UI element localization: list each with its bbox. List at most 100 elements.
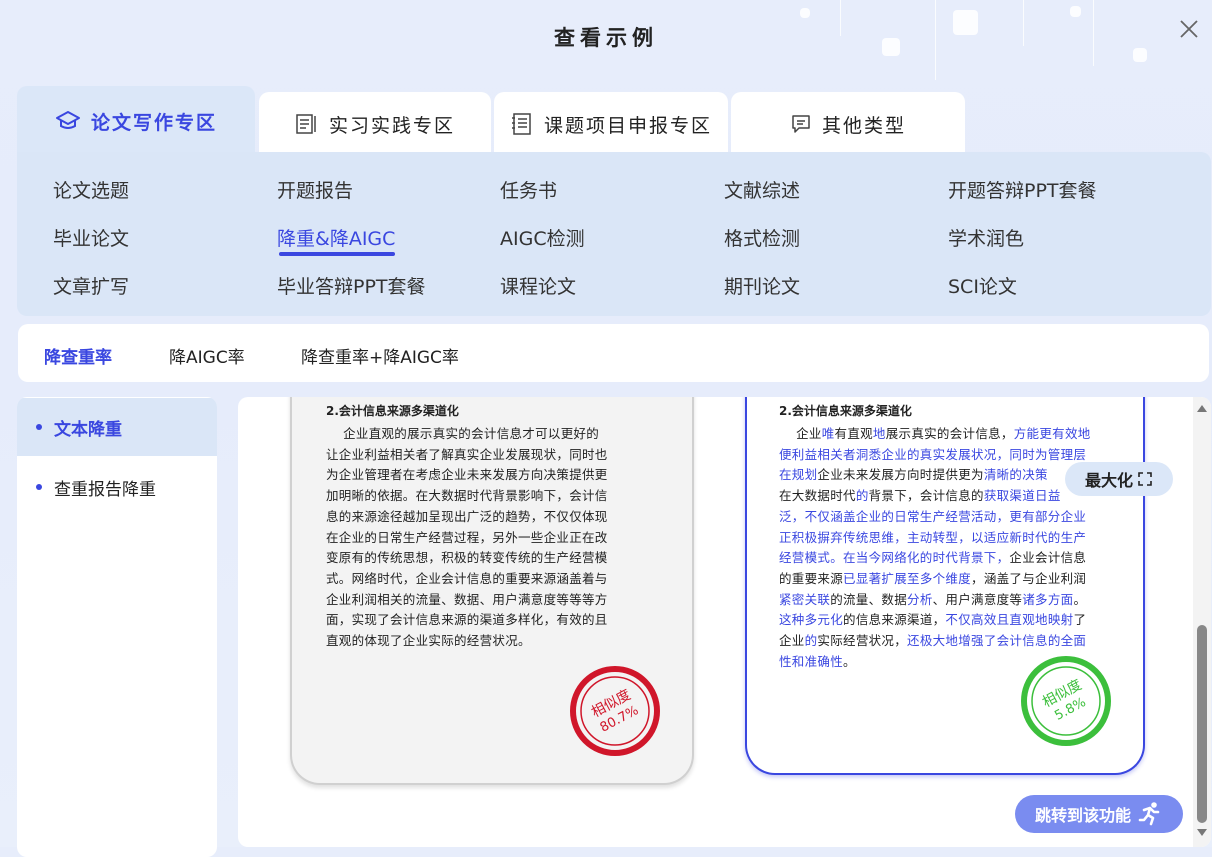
original-line: 息的来源途径越加呈现出广泛的趋势，不仅仅体现 <box>326 508 608 524</box>
mode-reduce-aigc[interactable]: 降AIGC率 <box>169 343 245 368</box>
nav-report-dedup[interactable]: 查重报告降重 <box>17 458 217 516</box>
changed-text: 紧密关联 <box>779 591 831 607</box>
rewritten-line: 经营模式。在当今网络化的时代背景下，企业会计信息 <box>779 548 1091 569</box>
original-body: 企业直观的展示真实的会计信息才可以更好的 让企业利益相关者了解真实企业发展现状，同… <box>326 424 608 652</box>
scroll-up-arrow[interactable] <box>1197 405 1207 412</box>
message-icon <box>792 115 810 133</box>
jump-to-feature-button[interactable]: 跳转到该功能 <box>1015 795 1183 833</box>
document-edit-icon <box>296 114 316 134</box>
unchanged-text: 的重要来源 <box>779 570 844 586</box>
unchanged-text: 。 <box>843 653 856 669</box>
tab-label: 实习实践专区 <box>328 114 455 137</box>
rewritten-line: 便利益相关者洞悉企业的真实发展状况，同时为管理层 <box>779 445 1091 466</box>
tab-internship[interactable]: 实习实践专区 <box>259 92 491 156</box>
unchanged-text: 背景下，会计信息的 <box>868 488 984 504</box>
subitem-graduation-thesis[interactable]: 毕业论文 <box>53 224 129 251</box>
decor-square <box>1070 6 1081 17</box>
rewritten-text-card: 2.会计信息来源多渠道化 企业唯有直观地展示真实的会计信息，方能更有效地 便利益相… <box>745 397 1145 775</box>
changed-text: 这种多元化 <box>779 612 844 628</box>
unchanged-text: 在大数据时代 <box>779 488 856 504</box>
mode-reduce-both[interactable]: 降查重率+降AIGC率 <box>301 343 459 368</box>
rewritten-line: 在规划企业未来发展方向时提供更为清晰的决策 <box>779 465 1091 486</box>
subitem-topic-selection[interactable]: 论文选题 <box>53 176 129 203</box>
subitem-defense-ppt[interactable]: 毕业答辩PPT套餐 <box>277 272 426 299</box>
original-line: 为企业管理者在考虑企业未来发展方向决策提供更 <box>326 467 608 483</box>
tab-label: 其他类型 <box>821 114 906 137</box>
changed-text: 性和准确性 <box>779 653 844 669</box>
graduation-cap-icon <box>55 111 80 129</box>
subitem-academic-polish[interactable]: 学术润色 <box>948 224 1024 251</box>
rewritten-line: 泛，不仅涵盖企业的日常生产经营活动，更有部分企业 <box>779 507 1091 528</box>
unchanged-text: 企业会计信息 <box>1009 550 1087 566</box>
subitem-dedup-aigc[interactable]: 降重&降AIGC <box>277 224 395 251</box>
original-line: 变原有的传统思想，积极的转变传统的生产经营模 <box>326 550 608 566</box>
scrollbar[interactable] <box>1193 397 1211 847</box>
unchanged-text: 了 <box>1073 612 1087 628</box>
unchanged-text: 企业 <box>779 633 805 649</box>
nav-text-dedup[interactable]: 文本降重 <box>17 398 217 456</box>
changed-text: 方能更有效地 <box>1013 426 1091 441</box>
unchanged-text: 的流量、数据 <box>830 591 908 607</box>
rewritten-line: 企业的实际经营状况，还极大地增强了会计信息的全面 <box>779 631 1091 652</box>
mode-bar: 降查重率 降AIGC率 降查重率+降AIGC率 <box>18 324 1209 382</box>
unchanged-text: 企业未来发展方向时提供更为 <box>817 467 984 483</box>
changed-text: 还极大地增强了会计信息的全面 <box>907 633 1087 649</box>
subitem-sci-paper[interactable]: SCI论文 <box>948 272 1017 299</box>
subcategory-panel: 论文选题 开题报告 任务书 文献综述 开题答辩PPT套餐 毕业论文 降重&降AI… <box>17 152 1211 316</box>
changed-text: 便利益相关者洞悉企业的真实发展状况，同时为管理层 <box>779 446 1087 462</box>
nav-label: 文本降重 <box>54 419 122 440</box>
changed-text: 不仅高效且直观地映射 <box>945 612 1074 628</box>
subitem-literature-review[interactable]: 文献综述 <box>724 176 800 203</box>
original-text-card: 2.会计信息来源多渠道化 企业直观的展示真实的会计信息才可以更好的 让企业利益相关… <box>290 397 694 785</box>
unchanged-text: 有直观 <box>834 426 873 441</box>
changed-text: 分析 <box>907 591 933 607</box>
similarity-stamp-red: 相似度 80.7% <box>570 666 660 756</box>
subitem-course-paper[interactable]: 课程论文 <box>500 272 576 299</box>
jump-label: 跳转到该功能 <box>1034 806 1131 825</box>
rewritten-body: 企业唯有直观地展示真实的会计信息，方能更有效地 便利益相关者洞悉企业的真实发展状况… <box>779 424 1091 672</box>
subitem-proposal-report[interactable]: 开题报告 <box>277 176 353 203</box>
subitem-proposal-ppt[interactable]: 开题答辩PPT套餐 <box>948 176 1097 203</box>
unchanged-text: ，涵盖了与企业利润 <box>971 570 1087 586</box>
scrollbar-thumb[interactable] <box>1197 625 1207 823</box>
subitem-journal-paper[interactable]: 期刊论文 <box>724 272 800 299</box>
bullet-dot <box>36 484 42 490</box>
subitem-article-expansion[interactable]: 文章扩写 <box>53 272 129 299</box>
tab-label: 课题项目申报专区 <box>543 114 712 137</box>
original-line: 在企业的日常生产经营过程，另外一些企业正在改 <box>326 529 608 545</box>
changed-text: 经营模式。在当今网络化的时代背景下， <box>779 550 1010 566</box>
rewritten-line: 的重要来源已显著扩展至多个维度，涵盖了与企业利润 <box>779 569 1091 590</box>
subitem-task-book[interactable]: 任务书 <box>500 176 557 203</box>
tab-project-application[interactable]: 课题项目申报专区 <box>494 92 728 156</box>
tab-thesis-writing[interactable]: 论文写作专区 <box>17 86 255 156</box>
rewritten-line: 在大数据时代的背景下，会计信息的获取渠道日益 <box>779 486 1091 507</box>
changed-text: 的 <box>804 633 818 649</box>
similarity-stamp-green: 相似度 5.8% <box>1021 656 1111 746</box>
changed-text: 诸多方面 <box>1022 591 1074 607</box>
active-underline <box>279 252 395 256</box>
close-icon[interactable] <box>1176 16 1202 42</box>
original-line: 直观的体现了企业实际的经营状况。 <box>326 633 531 649</box>
unchanged-text: 展示真实的会计信息， <box>885 426 1014 441</box>
tab-label: 论文写作专区 <box>90 111 217 134</box>
rewritten-line: 正积极摒弃传统思维，主动转型，以适应新时代的生产 <box>779 528 1091 549</box>
subitem-format-check[interactable]: 格式检测 <box>724 224 800 251</box>
unchanged-text: 的信息来源渠道， <box>843 612 946 628</box>
unchanged-text: 企业 <box>779 426 822 441</box>
rewritten-line: 这种多元化的信息来源渠道，不仅高效且直观地映射了 <box>779 610 1091 631</box>
nav-label: 查重报告降重 <box>54 479 156 500</box>
changed-text: 正积极摒弃传统思维，主动转型，以适应新时代的生产 <box>779 529 1087 545</box>
original-line: 让企业利益相关者了解真实企业发展现状，同时也 <box>326 446 608 462</box>
changed-text: 地 <box>872 426 886 441</box>
mode-reduce-duplication[interactable]: 降查重率 <box>44 343 112 368</box>
maximize-button[interactable]: 最大化 <box>1065 462 1173 496</box>
changed-text: 已显著扩展至多个维度 <box>843 570 972 586</box>
subitem-aigc-detection[interactable]: AIGC检测 <box>500 224 585 251</box>
decor-square <box>800 8 810 18</box>
rewritten-line: 紧密关联的流量、数据分析、用户满意度等诸多方面。 <box>779 590 1091 611</box>
left-nav: 文本降重 查重报告降重 <box>17 397 217 857</box>
tab-other-types[interactable]: 其他类型 <box>731 92 965 156</box>
rewritten-line: 企业唯有直观地展示真实的会计信息，方能更有效地 <box>779 424 1091 445</box>
scroll-down-arrow[interactable] <box>1197 829 1207 836</box>
changed-text: 获取渠道日益 <box>983 488 1061 504</box>
